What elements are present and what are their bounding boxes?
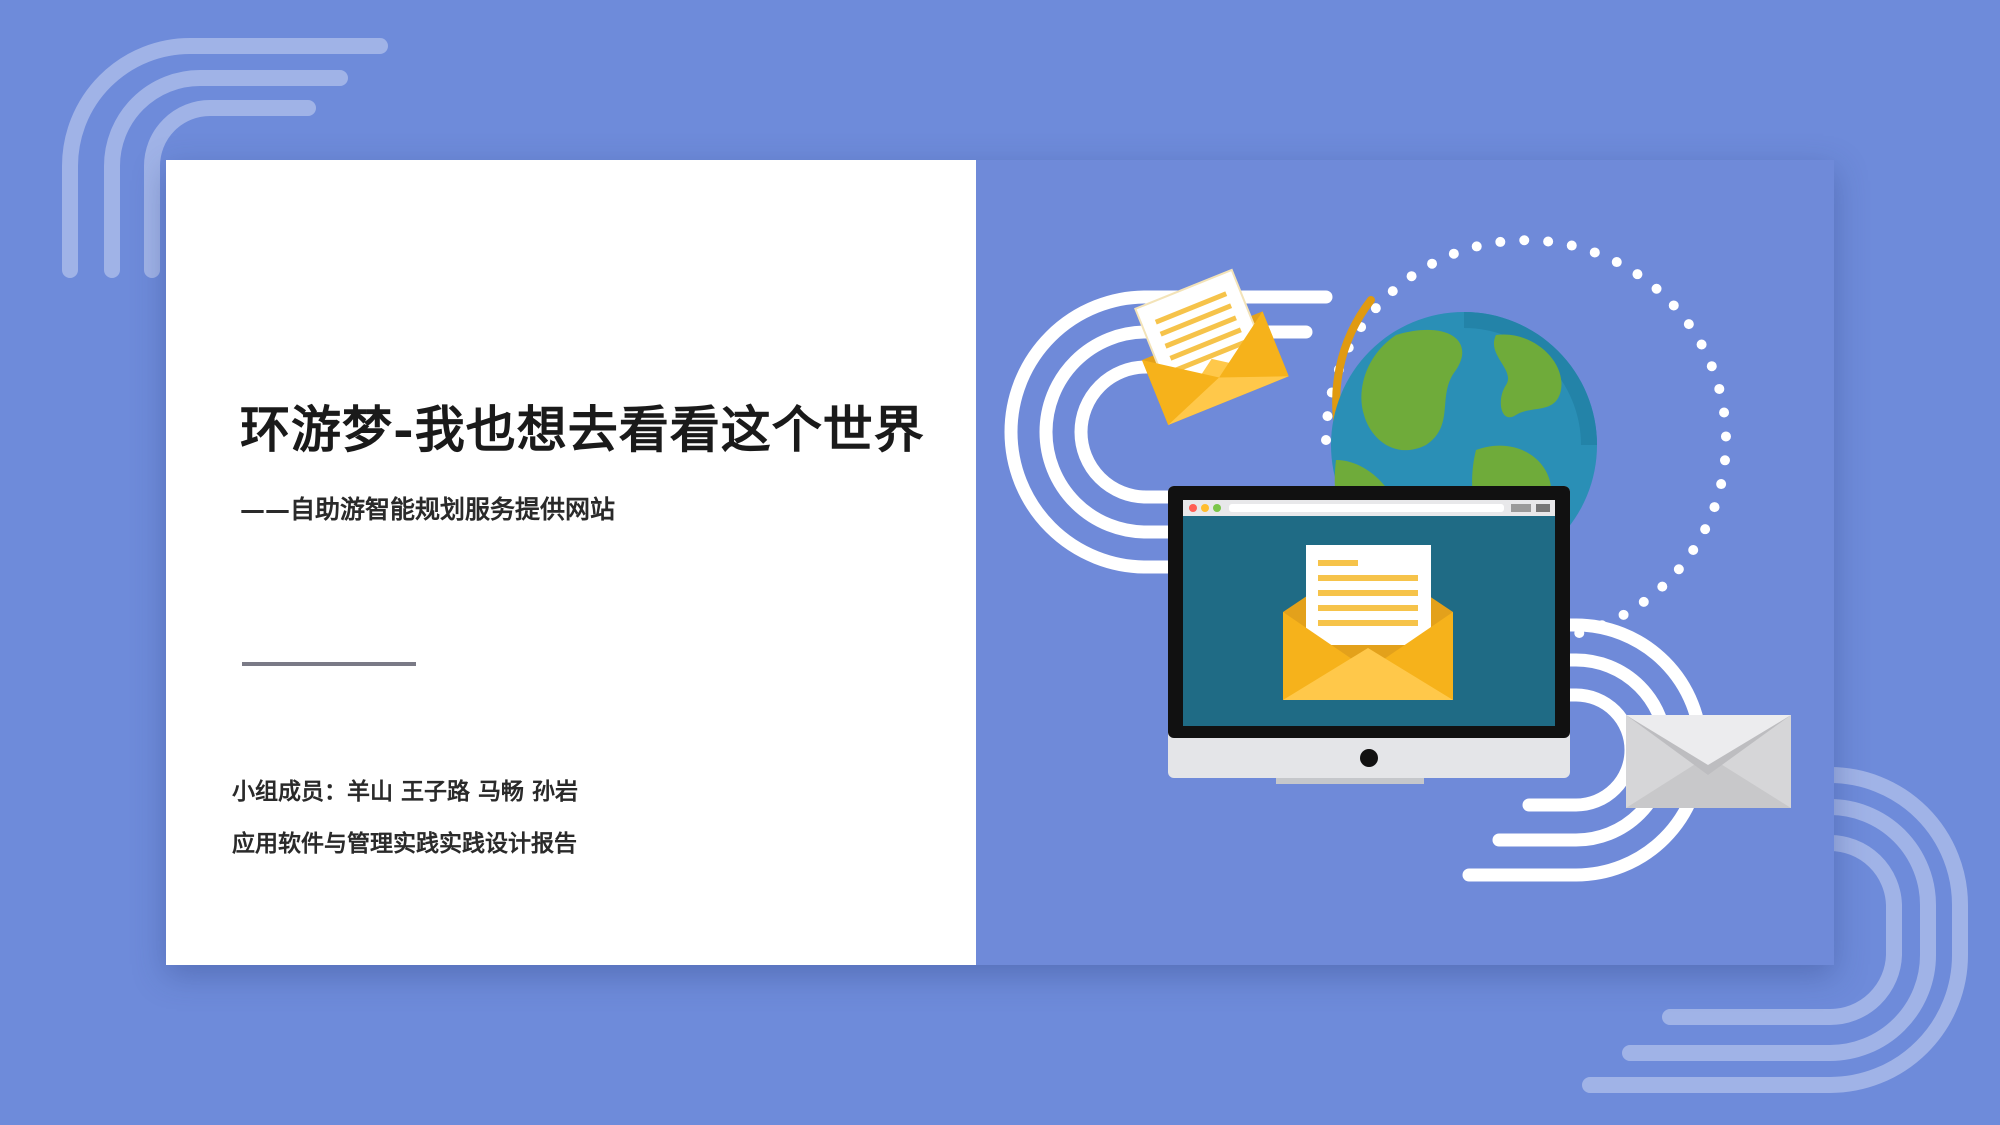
divider-line xyxy=(242,662,416,666)
slide-card: 环游梦-我也想去看看这个世界 ——自助游智能规划服务提供网站 小组成员：羊山 王… xyxy=(166,160,1834,965)
group-members: 小组成员：羊山 王子路 马畅 孙岩 xyxy=(232,778,579,805)
open-mail-icon xyxy=(1134,268,1289,425)
illustration xyxy=(1004,235,1791,882)
envelope-icon xyxy=(1626,715,1791,808)
slide-subtitle: ——自助游智能规划服务提供网站 xyxy=(240,495,616,524)
monitor-icon xyxy=(1168,486,1570,784)
illustration-panel xyxy=(976,160,1834,965)
course-name: 应用软件与管理实践实践设计报告 xyxy=(232,830,577,857)
text-panel: 环游梦-我也想去看看这个世界 ——自助游智能规划服务提供网站 小组成员：羊山 王… xyxy=(166,160,976,965)
slide-title: 环游梦-我也想去看看这个世界 xyxy=(240,400,925,459)
